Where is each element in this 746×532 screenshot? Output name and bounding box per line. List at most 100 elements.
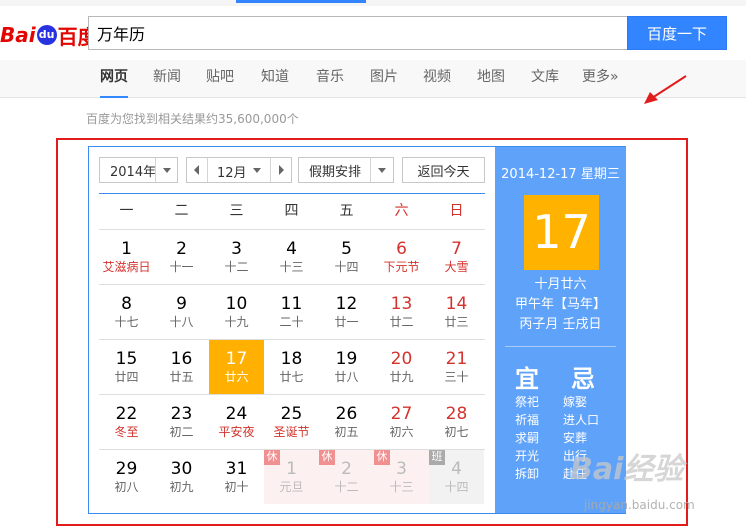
day-number: 15 (115, 349, 138, 369)
lunar-label: 二十 (279, 315, 304, 329)
lunar-label: 十七 (114, 315, 139, 329)
yi-item: 祈福 (515, 413, 540, 427)
month-picker: 12月 (186, 157, 292, 183)
nav-item-7[interactable]: 地图 (477, 60, 505, 98)
nav-item-5[interactable]: 图片 (370, 60, 398, 98)
prev-month-icon[interactable] (194, 165, 199, 175)
lunar-label: 十三 (389, 480, 414, 494)
day-cell[interactable]: 休 2 十二 (319, 449, 374, 504)
lunar-label: 冬至 (114, 425, 139, 439)
search-input[interactable] (88, 16, 628, 50)
day-cell[interactable]: 休 1 元旦 (264, 449, 319, 504)
chevron-down-icon (163, 168, 171, 173)
day-cell[interactable]: 19 廿八 (319, 339, 374, 394)
day-cell[interactable]: 27 初六 (374, 394, 429, 449)
search-button[interactable]: 百度一下 (627, 16, 727, 50)
day-cell[interactable]: 21 三十 (429, 339, 484, 394)
chevron-down-icon[interactable] (253, 168, 261, 173)
lunar-label: 下元节 (383, 260, 420, 274)
day-cell[interactable]: 22 冬至 (99, 394, 154, 449)
watermark-url: jingyan.baidu.com (584, 498, 695, 512)
lunar-label: 十四 (444, 480, 469, 494)
nav-item-2[interactable]: 贴吧 (206, 60, 234, 98)
day-cell[interactable]: 13 廿二 (374, 284, 429, 339)
day-cell[interactable]: 5 十四 (319, 229, 374, 284)
nav-item-8[interactable]: 文库 (531, 60, 559, 98)
day-cell[interactable]: 14 廿三 (429, 284, 484, 339)
lunar-label: 廿九 (389, 370, 414, 384)
day-number: 25 (280, 404, 303, 424)
nav-item-9[interactable]: 更多» (582, 60, 619, 98)
day-number: 27 (390, 404, 413, 424)
day-number: 18 (280, 349, 303, 369)
day-number: 10 (225, 294, 248, 314)
lunar-label: 廿八 (334, 370, 359, 384)
day-cell[interactable]: 18 廿七 (264, 339, 319, 394)
nav-item-4[interactable]: 音乐 (316, 60, 344, 98)
day-cell[interactable]: 31 初十 (209, 449, 264, 504)
year-select-divider (155, 158, 156, 182)
day-cell[interactable]: 4 十三 (264, 229, 319, 284)
day-cell[interactable]: 25 圣诞节 (264, 394, 319, 449)
lunar-label: 初十 (224, 480, 249, 494)
day-number: 11 (280, 294, 303, 314)
baidu-logo[interactable]: Bai du 百度 (0, 20, 98, 50)
day-cell[interactable]: 20 廿九 (374, 339, 429, 394)
day-cell[interactable]: 10 十九 (209, 284, 264, 339)
big-day-number: 17 (524, 195, 599, 270)
day-number: 8 (121, 294, 132, 314)
day-cell[interactable]: 16 廿五 (154, 339, 209, 394)
holiday-badge: 休 (319, 449, 335, 465)
day-number: 17 (225, 349, 248, 369)
day-cell[interactable]: 12 廿一 (319, 284, 374, 339)
day-cell[interactable]: 2 十一 (154, 229, 209, 284)
day-cell[interactable]: 30 初九 (154, 449, 209, 504)
lunar-label: 廿六 (224, 370, 249, 384)
day-number: 16 (170, 349, 193, 369)
day-cell[interactable]: 23 初二 (154, 394, 209, 449)
day-cell[interactable]: 休 3 十三 (374, 449, 429, 504)
day-cell[interactable]: 1 艾滋病日 (99, 229, 154, 284)
day-cell[interactable]: 6 下元节 (374, 229, 429, 284)
nav-item-3[interactable]: 知道 (261, 60, 289, 98)
lunar-label: 十二 (224, 260, 249, 274)
holiday-badge: 休 (374, 449, 390, 465)
day-cell[interactable]: 8 十七 (99, 284, 154, 339)
year-select[interactable]: 2014年 (99, 157, 178, 183)
row-divider (99, 229, 485, 230)
day-number: 4 (286, 239, 297, 259)
weekday-label: 三 (229, 203, 244, 219)
day-number: 20 (390, 349, 413, 369)
nav-item-1[interactable]: 新闻 (153, 60, 181, 98)
day-cell[interactable]: 班 4 十四 (429, 449, 484, 504)
day-cell[interactable]: 15 廿四 (99, 339, 154, 394)
day-cell[interactable]: 28 初七 (429, 394, 484, 449)
nav-item-0[interactable]: 网页 (100, 60, 128, 98)
back-to-today-button[interactable]: 返回今天 (402, 157, 485, 183)
day-number: 26 (335, 404, 358, 424)
day-cell[interactable]: 9 十八 (154, 284, 209, 339)
day-number: 30 (170, 459, 193, 479)
day-cell[interactable]: 11 二十 (264, 284, 319, 339)
day-cell-today[interactable]: 17 廿六 (209, 339, 264, 394)
lunar-label: 初八 (114, 480, 139, 494)
day-number: 29 (115, 459, 138, 479)
nav-item-6[interactable]: 视频 (423, 60, 451, 98)
lunar-label: 初二 (169, 425, 194, 439)
holiday-select[interactable]: 假期安排 (298, 157, 394, 183)
next-month-icon[interactable] (279, 165, 284, 175)
month-select-label[interactable]: 12月 (217, 162, 247, 181)
day-cell[interactable]: 26 初五 (319, 394, 374, 449)
weekday-label: 六 (394, 203, 409, 219)
day-number: 5 (341, 239, 352, 259)
lunar-label: 十八 (169, 315, 194, 329)
search-header: Bai du 百度 百度一下 (0, 6, 746, 60)
lunar-label: 十一 (169, 260, 194, 274)
day-number: 2 (176, 239, 187, 259)
day-cell[interactable]: 24 平安夜 (209, 394, 264, 449)
day-cell[interactable]: 3 十二 (209, 229, 264, 284)
day-cell[interactable]: 29 初八 (99, 449, 154, 504)
day-cell[interactable]: 7 大雪 (429, 229, 484, 284)
day-number: 23 (170, 404, 193, 424)
month-divider-right (270, 158, 271, 182)
